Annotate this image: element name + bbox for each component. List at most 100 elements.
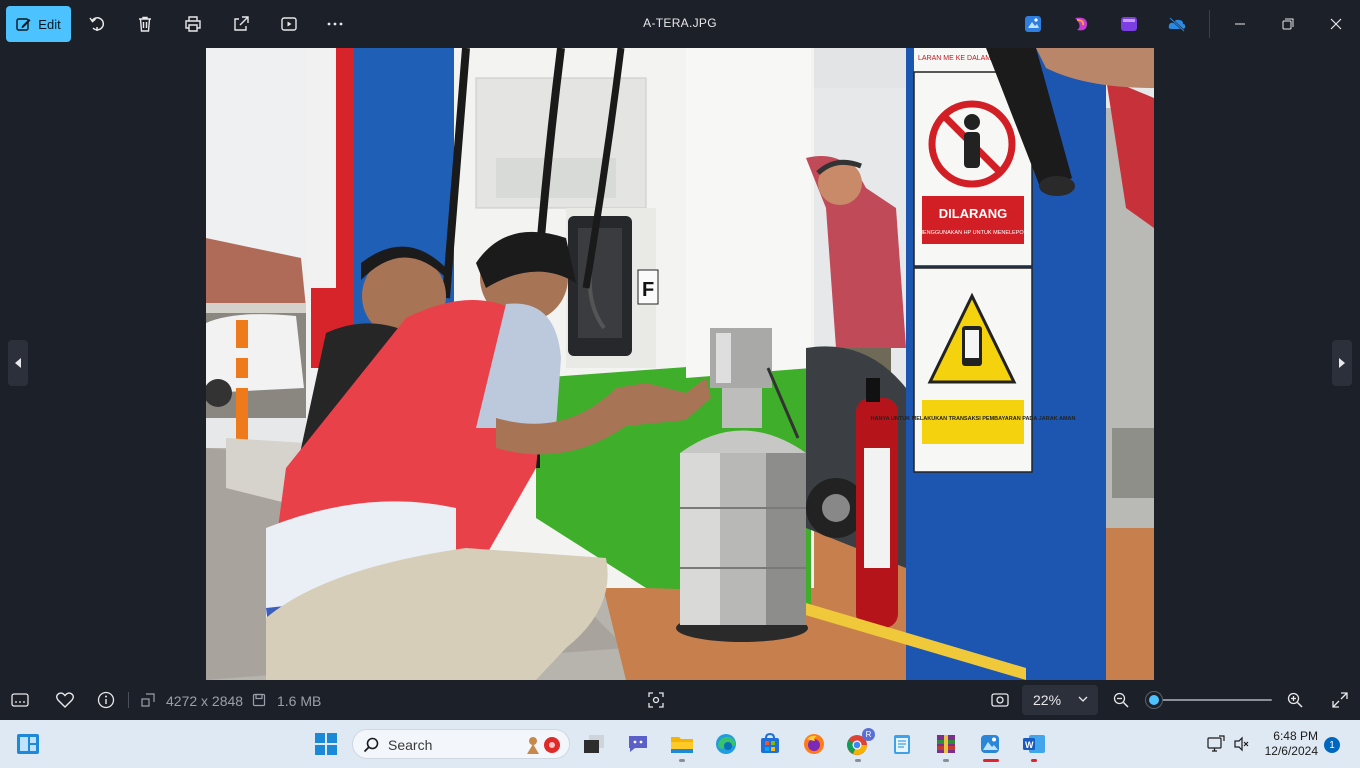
visual-search-button[interactable]: [646, 690, 666, 710]
chevron-down-icon: [1078, 696, 1088, 702]
designer-icon[interactable]: [1119, 14, 1139, 34]
file-explorer-button[interactable]: [670, 732, 694, 756]
start-button[interactable]: [314, 732, 338, 756]
toolbar-divider: [1209, 10, 1210, 38]
rotate-icon: [89, 17, 105, 31]
firefox-icon: [804, 734, 824, 754]
word-button[interactable]: W: [1022, 732, 1046, 756]
visual-search-icon: [648, 692, 664, 708]
zoom-level-dropdown[interactable]: 22%: [1022, 685, 1098, 715]
close-icon: [1330, 18, 1342, 30]
file-title: A-TERA.JPG: [643, 16, 717, 30]
winrar-button[interactable]: [934, 732, 958, 756]
clock-date: 12/6/2024: [1264, 744, 1318, 758]
taskbar-clock[interactable]: 6:48 PM 12/6/2024: [1258, 729, 1318, 759]
photos-icon: [981, 735, 999, 753]
photos-button[interactable]: [978, 732, 1002, 756]
photo-image: F LARAN ME KE DALAM RUM DILARANG MENGGUN…: [206, 48, 1154, 680]
zoom-slider-track[interactable]: [1148, 699, 1272, 701]
search-placeholder: Search: [388, 737, 433, 753]
chrome-profile-badge: R: [862, 728, 875, 741]
microsoft-store-button[interactable]: [758, 732, 782, 756]
widgets-icon: [17, 734, 39, 754]
zoom-out-icon: [1113, 692, 1129, 708]
clipchamp-icon[interactable]: [1071, 14, 1091, 34]
word-running-indicator: [1031, 759, 1037, 762]
photo-viewport[interactable]: F LARAN ME KE DALAM RUM DILARANG MENGGUN…: [206, 48, 1154, 680]
photos-editor-icon[interactable]: [1023, 14, 1043, 34]
filmstrip-icon: [11, 693, 29, 707]
widgets-button[interactable]: [16, 732, 40, 756]
sign-dilarang-subtext: MENGGUNAKAN HP UNTUK MENELEPON: [918, 230, 1027, 236]
zoom-slider-thumb[interactable]: [1146, 692, 1163, 708]
zoom-in-button[interactable]: [1285, 690, 1305, 710]
edge-icon: [716, 734, 736, 754]
print-button[interactable]: [181, 12, 205, 36]
filmstrip-button[interactable]: [10, 690, 30, 710]
chevron-right-icon: [1339, 358, 1345, 368]
notification-badge[interactable]: 1: [1324, 737, 1340, 753]
onedrive-icon[interactable]: [1167, 14, 1187, 34]
maximize-icon: [1282, 18, 1294, 30]
previous-image-button[interactable]: [8, 340, 28, 386]
slideshow-icon: [281, 17, 297, 31]
system-tray-device-button[interactable]: [1204, 732, 1228, 756]
zoom-out-button[interactable]: [1111, 690, 1131, 710]
print-icon: [185, 16, 201, 32]
winrar-running-indicator: [943, 759, 949, 762]
pump-letter-label: F: [642, 279, 654, 301]
file-info-button[interactable]: [96, 690, 116, 710]
notepad-icon: [894, 735, 910, 754]
word-icon: W: [1023, 735, 1045, 753]
clock-time: 6:48 PM: [1273, 729, 1318, 743]
chevron-left-icon: [15, 358, 21, 368]
sign-dilarang-text: DILARANG: [939, 206, 1008, 221]
next-image-button[interactable]: [1332, 340, 1352, 386]
slideshow-button[interactable]: [277, 12, 301, 36]
taskbar-search-box[interactable]: Search: [352, 729, 570, 759]
resolution-icon: [140, 690, 156, 710]
windows-logo-icon: [315, 733, 337, 755]
actual-size-button[interactable]: [990, 690, 1010, 710]
more-button[interactable]: [323, 12, 347, 36]
minimize-button[interactable]: [1228, 12, 1252, 36]
minimize-icon: [1235, 23, 1245, 25]
winrar-icon: [937, 735, 955, 753]
favorite-button[interactable]: [55, 690, 75, 710]
task-view-button[interactable]: [582, 732, 606, 756]
notepad-button[interactable]: [890, 732, 914, 756]
zoom-level-value: 22%: [1033, 692, 1062, 708]
store-icon: [761, 733, 779, 753]
edge-button[interactable]: [714, 732, 738, 756]
task-view-icon: [584, 735, 604, 753]
maximize-button[interactable]: [1276, 12, 1300, 36]
sign-bottom-text: HANYA UNTUK MELAKUKAN TRANSAKSI PEMBAYAR…: [871, 416, 1076, 422]
rotate-button[interactable]: [85, 12, 109, 36]
photos-active-indicator: [983, 759, 999, 762]
delete-button[interactable]: [133, 12, 157, 36]
share-icon: [234, 16, 249, 31]
share-button[interactable]: [229, 12, 253, 36]
search-highlight-icon: [527, 737, 560, 754]
edit-icon: [16, 18, 31, 31]
top-toolbar: Edit A-TERA.JPG: [0, 0, 1360, 48]
teams-chat-button[interactable]: [626, 732, 650, 756]
delete-icon: [139, 16, 151, 32]
file-explorer-running-indicator: [679, 759, 685, 762]
close-button[interactable]: [1324, 12, 1348, 36]
file-size-icon: [251, 690, 267, 710]
info-icon: [97, 691, 115, 709]
fullscreen-button[interactable]: [1330, 690, 1350, 710]
zoom-in-icon: [1287, 692, 1303, 708]
svg-text:W: W: [1025, 740, 1034, 750]
chrome-running-indicator: [855, 759, 861, 762]
display-connect-icon: [1207, 735, 1225, 752]
info-divider: [128, 692, 129, 708]
edit-button[interactable]: Edit: [6, 6, 71, 42]
volume-network-button[interactable]: [1229, 732, 1253, 756]
folder-icon: [671, 737, 693, 753]
more-icon: [327, 22, 343, 26]
search-icon: [363, 737, 379, 753]
firefox-button[interactable]: [802, 732, 826, 756]
chat-icon: [629, 736, 647, 752]
